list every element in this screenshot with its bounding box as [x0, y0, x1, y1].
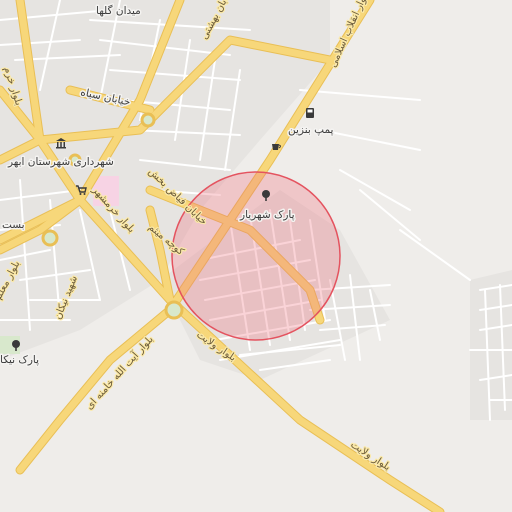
label-bast: بست: [2, 219, 25, 231]
roundabout-south: [164, 300, 184, 320]
label-park-shahriar: پارک شهریار: [239, 209, 295, 221]
roundabout-north: [140, 112, 156, 128]
label-maydan-golha: میدان گلها: [96, 4, 141, 17]
label-shahrdari: شهرداری شهرستان ابهر: [7, 156, 114, 168]
search-radius-circle[interactable]: [171, 171, 341, 341]
map-svg: میدان گلها خیابان بهشتی بلوار انقلاب اسل…: [0, 0, 512, 512]
roundabout-west: [41, 229, 59, 247]
map-canvas[interactable]: میدان گلها خیابان بهشتی بلوار انقلاب اسل…: [0, 0, 512, 512]
fuel-pump-icon[interactable]: [306, 108, 314, 118]
label-pomp-benzin: پمپ بنزین: [288, 124, 334, 136]
label-park-nikan: پارک نیکا: [0, 354, 39, 366]
